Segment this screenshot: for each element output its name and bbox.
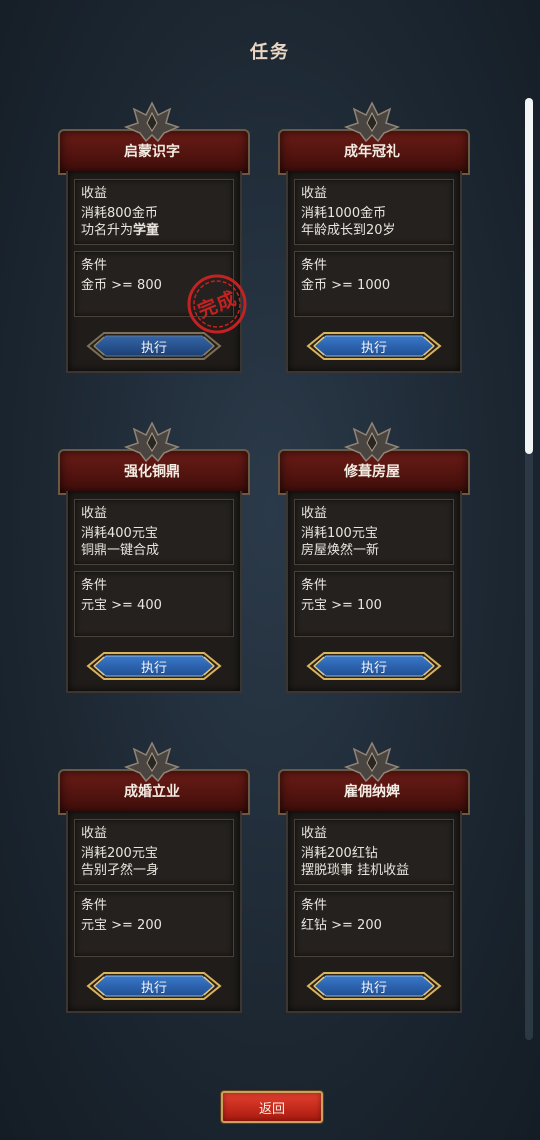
completed-stamp: 完成 [186,273,248,335]
reward-panel: 收益 消耗400元宝 铜鼎一键合成 [74,499,234,565]
quest-card: 修葺房屋 收益 消耗100元宝 房屋焕然一新 条件 元宝 >= 100 执行 [278,421,470,693]
reward-label: 收益 [301,186,328,201]
quest-card: 启蒙识字 收益 消耗800金币 功名升为学童 条件 金币 >= 800 执行 完… [58,101,250,373]
reward-effect: 功名升为学童 [81,219,159,238]
card-body: 收益 消耗400元宝 铜鼎一键合成 条件 元宝 >= 400 执行 [66,491,242,693]
quest-title: 成年冠礼 [344,144,400,160]
card-body: 收益 消耗800金币 功名升为学童 条件 金币 >= 800 执行 完成 [66,171,247,373]
condition-panel: 条件 元宝 >= 200 [74,891,234,957]
return-button-label: 返回 [258,1102,285,1117]
scrollbar[interactable] [525,98,533,1040]
condition-label: 条件 [81,258,108,273]
condition-value: 红钻 >= 200 [301,918,382,933]
condition-value: 元宝 >= 200 [81,918,162,933]
reward-label: 收益 [81,506,108,521]
return-button[interactable]: 返回 [221,1091,323,1123]
condition-panel: 条件 元宝 >= 400 [74,571,234,637]
crest-icon [345,742,399,782]
reward-effect: 告别孑然一身 [81,863,160,878]
reward-effect: 铜鼎一键合成 [81,543,160,558]
reward-effect: 房屋焕然一新 [301,543,380,558]
condition-label: 条件 [81,578,108,593]
crest-icon [125,742,179,782]
condition-value: 元宝 >= 400 [81,598,162,613]
card-body: 收益 消耗200元宝 告别孑然一身 条件 元宝 >= 200 执行 [66,811,242,1013]
condition-label: 条件 [81,898,108,913]
reward-label: 收益 [301,506,328,521]
execute-button-label: 执行 [140,661,167,676]
condition-label: 条件 [301,898,328,913]
crest-icon [125,102,179,142]
execute-button-label: 执行 [360,661,387,676]
card-body: 收益 消耗100元宝 房屋焕然一新 条件 元宝 >= 100 执行 [286,491,462,693]
condition-value: 金币 >= 1000 [301,278,391,293]
condition-label: 条件 [301,258,328,273]
reward-panel: 收益 消耗200元宝 告别孑然一身 [74,819,234,885]
reward-effect: 年龄成长到20岁 [301,223,396,238]
execute-button-label: 执行 [140,981,167,996]
reward-effect-text: 功名升为 [81,223,134,238]
condition-value: 金币 >= 800 [81,278,162,293]
quest-card: 强化铜鼎 收益 消耗400元宝 铜鼎一键合成 条件 元宝 >= 400 执行 [58,421,250,693]
quest-title: 雇佣纳婢 [344,784,400,800]
condition-panel: 条件 金币 >= 1000 [294,251,454,317]
condition-panel: 条件 元宝 >= 100 [294,571,454,637]
reward-panel: 收益 消耗1000金币 年龄成长到20岁 [294,179,454,245]
quest-title: 修葺房屋 [344,464,400,480]
scrollbar-thumb[interactable] [525,98,533,454]
quest-card: 成婚立业 收益 消耗200元宝 告别孑然一身 条件 元宝 >= 200 执行 [58,741,250,1013]
execute-button-label: 执行 [140,341,167,356]
reward-label: 收益 [301,826,328,841]
reward-panel: 收益 消耗200红钻 摆脱琐事 挂机收益 [294,819,454,885]
reward-label: 收益 [81,826,108,841]
reward-panel: 收益 消耗800金币 功名升为学童 [74,179,234,245]
page-title: 任务 [250,42,290,63]
condition-label: 条件 [301,578,328,593]
quest-title: 成婚立业 [124,784,180,800]
quest-card: 雇佣纳婢 收益 消耗200红钻 摆脱琐事 挂机收益 条件 红钻 >= 200 执… [278,741,470,1013]
quest-title: 强化铜鼎 [124,464,180,480]
card-body: 收益 消耗200红钻 摆脱琐事 挂机收益 条件 红钻 >= 200 执行 [286,811,462,1013]
reward-label: 收益 [81,186,108,201]
crest-icon [345,102,399,142]
execute-button-label: 执行 [360,981,387,996]
condition-value: 元宝 >= 100 [301,598,382,613]
reward-panel: 收益 消耗100元宝 房屋焕然一新 [294,499,454,565]
execute-button-label: 执行 [360,341,387,356]
quest-card: 成年冠礼 收益 消耗1000金币 年龄成长到20岁 条件 金币 >= 1000 … [278,101,470,373]
card-body: 收益 消耗1000金币 年龄成长到20岁 条件 金币 >= 1000 执行 [286,171,462,373]
reward-highlight: 学童 [133,223,160,238]
crest-icon [125,422,179,462]
quest-title: 启蒙识字 [124,144,180,160]
reward-effect: 摆脱琐事 挂机收益 [301,863,410,878]
condition-panel: 条件 红钻 >= 200 [294,891,454,957]
crest-icon [345,422,399,462]
